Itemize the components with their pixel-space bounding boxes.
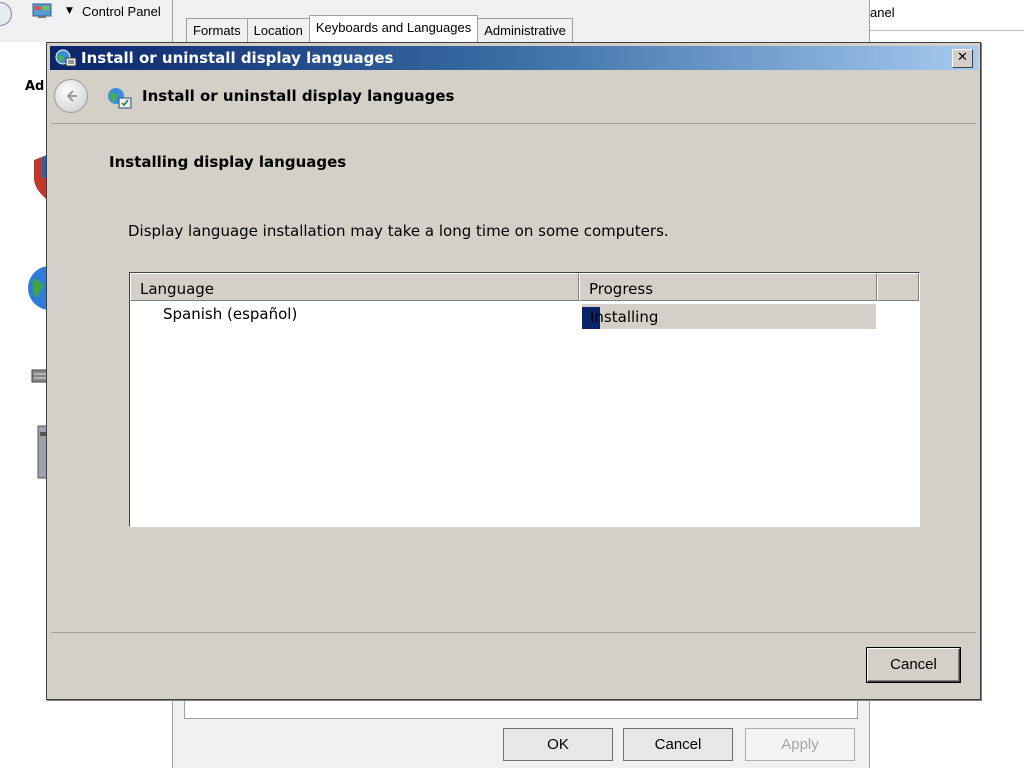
- language-globe-icon: [55, 49, 77, 67]
- header-title: Install or uninstall display languages: [142, 87, 455, 105]
- section-title: Installing display languages: [109, 153, 347, 171]
- column-header-progress[interactable]: Progress: [579, 273, 877, 301]
- language-list[interactable]: Language Progress Spanish (español) Inst…: [129, 272, 920, 527]
- ok-button[interactable]: OK: [503, 728, 613, 761]
- dialog-title: Install or uninstall display languages: [81, 49, 394, 67]
- row-language: Spanish (español): [163, 305, 298, 323]
- back-arrow-icon: [66, 90, 77, 102]
- tab-formats[interactable]: Formats: [186, 18, 248, 42]
- cancel-button[interactable]: Cancel: [867, 648, 960, 682]
- row-status: Installing: [590, 308, 659, 326]
- row-progress-bar: Installing: [582, 304, 876, 329]
- tab-keyboards-and-languages[interactable]: Keyboards and Languages: [308, 15, 479, 42]
- address-dropdown-icon[interactable]: ▼: [66, 6, 73, 16]
- column-header-language[interactable]: Language: [130, 273, 579, 301]
- list-header: Language Progress: [130, 273, 919, 301]
- description-text: Display language installation may take a…: [128, 222, 669, 240]
- address-bar-text[interactable]: Control Panel: [82, 4, 172, 19]
- apply-button[interactable]: Apply: [745, 728, 855, 761]
- language-header-icon: [108, 88, 132, 109]
- table-row[interactable]: Spanish (español) Installing: [130, 303, 919, 329]
- control-panel-sidebar: [0, 42, 48, 768]
- search-box[interactable]: anel: [868, 0, 1024, 31]
- column-header-filler: [877, 273, 919, 301]
- region-tab-strip: Formats Location Keyboards and Languages…: [186, 15, 573, 42]
- back-button[interactable]: [54, 79, 88, 113]
- sidebar-heading: Ad: [25, 79, 45, 94]
- tab-administrative[interactable]: Administrative: [477, 18, 573, 42]
- tab-location[interactable]: Location: [246, 18, 310, 42]
- search-box-text: anel: [870, 5, 895, 20]
- region-cancel-button[interactable]: Cancel: [623, 728, 733, 761]
- close-icon: ✕: [957, 50, 968, 65]
- control-panel-icon: [32, 3, 52, 18]
- close-button[interactable]: ✕: [952, 49, 973, 68]
